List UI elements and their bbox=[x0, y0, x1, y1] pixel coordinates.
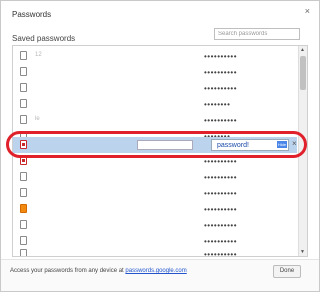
password-text: •••••••••• bbox=[204, 250, 238, 257]
password-text: •••••••••• bbox=[204, 173, 238, 182]
site-text: le bbox=[35, 116, 40, 122]
list-item[interactable]: •••••••• bbox=[13, 96, 297, 112]
red-site-icon bbox=[20, 156, 27, 165]
scrollbar[interactable]: ▲ ▼ bbox=[298, 46, 307, 256]
footer-text: Access your passwords from any device at… bbox=[10, 268, 187, 274]
page-icon bbox=[20, 115, 27, 124]
scroll-up-icon[interactable]: ▲ bbox=[300, 47, 305, 53]
page-icon bbox=[20, 51, 27, 60]
page-icon bbox=[20, 67, 27, 76]
password-text: •••••••••• bbox=[204, 221, 238, 230]
page-icon bbox=[20, 99, 27, 108]
search-input[interactable] bbox=[214, 28, 300, 40]
list-item[interactable]: •••••••••• bbox=[13, 246, 297, 257]
scrollbar-thumb[interactable] bbox=[300, 56, 306, 90]
section-subtitle: Saved passwords bbox=[12, 34, 76, 43]
page-icon bbox=[20, 83, 27, 92]
list-item[interactable]: 12 •••••••••• bbox=[13, 48, 297, 64]
scroll-down-icon[interactable]: ▼ bbox=[300, 249, 305, 255]
page-icon bbox=[20, 236, 27, 245]
list-item[interactable]: •••••••••• bbox=[13, 201, 297, 217]
dialog-title: Passwords bbox=[12, 10, 52, 19]
password-text: •••••••••• bbox=[204, 189, 238, 198]
password-text: •••••••••• bbox=[204, 68, 238, 77]
done-button[interactable]: Done bbox=[273, 265, 301, 278]
list-item[interactable]: •••••••••• bbox=[13, 169, 297, 185]
page-icon bbox=[20, 188, 27, 197]
list-item[interactable]: le •••••••••• bbox=[13, 112, 297, 128]
username-field[interactable] bbox=[137, 140, 193, 150]
page-icon bbox=[20, 220, 27, 229]
password-text: •••••••••• bbox=[204, 237, 238, 246]
passwords-dialog: Passwords × Saved passwords 12 •••••••••… bbox=[0, 0, 320, 292]
red-site-icon bbox=[20, 140, 27, 149]
page-icon bbox=[20, 249, 27, 256]
site-text: 12 bbox=[35, 52, 42, 58]
list-item[interactable]: •••••••••• bbox=[13, 185, 297, 201]
orange-site-icon bbox=[20, 204, 27, 213]
password-text: •••••••••• bbox=[204, 116, 238, 125]
remove-icon[interactable]: × bbox=[292, 139, 297, 148]
password-text: •••••••••• bbox=[204, 52, 238, 61]
password-text: •••••••••• bbox=[204, 157, 238, 166]
footer-message: Access your passwords from any device at bbox=[10, 268, 126, 274]
password-text: •••••••••• bbox=[204, 205, 238, 214]
list-item[interactable]: •••••••••• bbox=[13, 153, 297, 169]
page-icon bbox=[20, 172, 27, 181]
passwords-link[interactable]: passwords.google.com bbox=[125, 268, 186, 274]
list-item[interactable]: •••••••••• bbox=[13, 217, 297, 233]
password-list: 12 •••••••••• •••••••••• •••••••••• ••••… bbox=[12, 45, 308, 257]
list-item[interactable]: •••••••••• bbox=[13, 64, 297, 80]
password-text: •••••••• bbox=[204, 100, 231, 109]
list-item[interactable]: •••••••••• bbox=[13, 80, 297, 96]
dialog-footer: Access your passwords from any device at… bbox=[1, 259, 319, 291]
selected-list-item[interactable]: password! Hide × bbox=[13, 137, 297, 153]
hide-password-button[interactable]: Hide bbox=[277, 141, 287, 148]
close-icon[interactable]: × bbox=[305, 6, 310, 16]
password-text: •••••••••• bbox=[204, 84, 238, 93]
